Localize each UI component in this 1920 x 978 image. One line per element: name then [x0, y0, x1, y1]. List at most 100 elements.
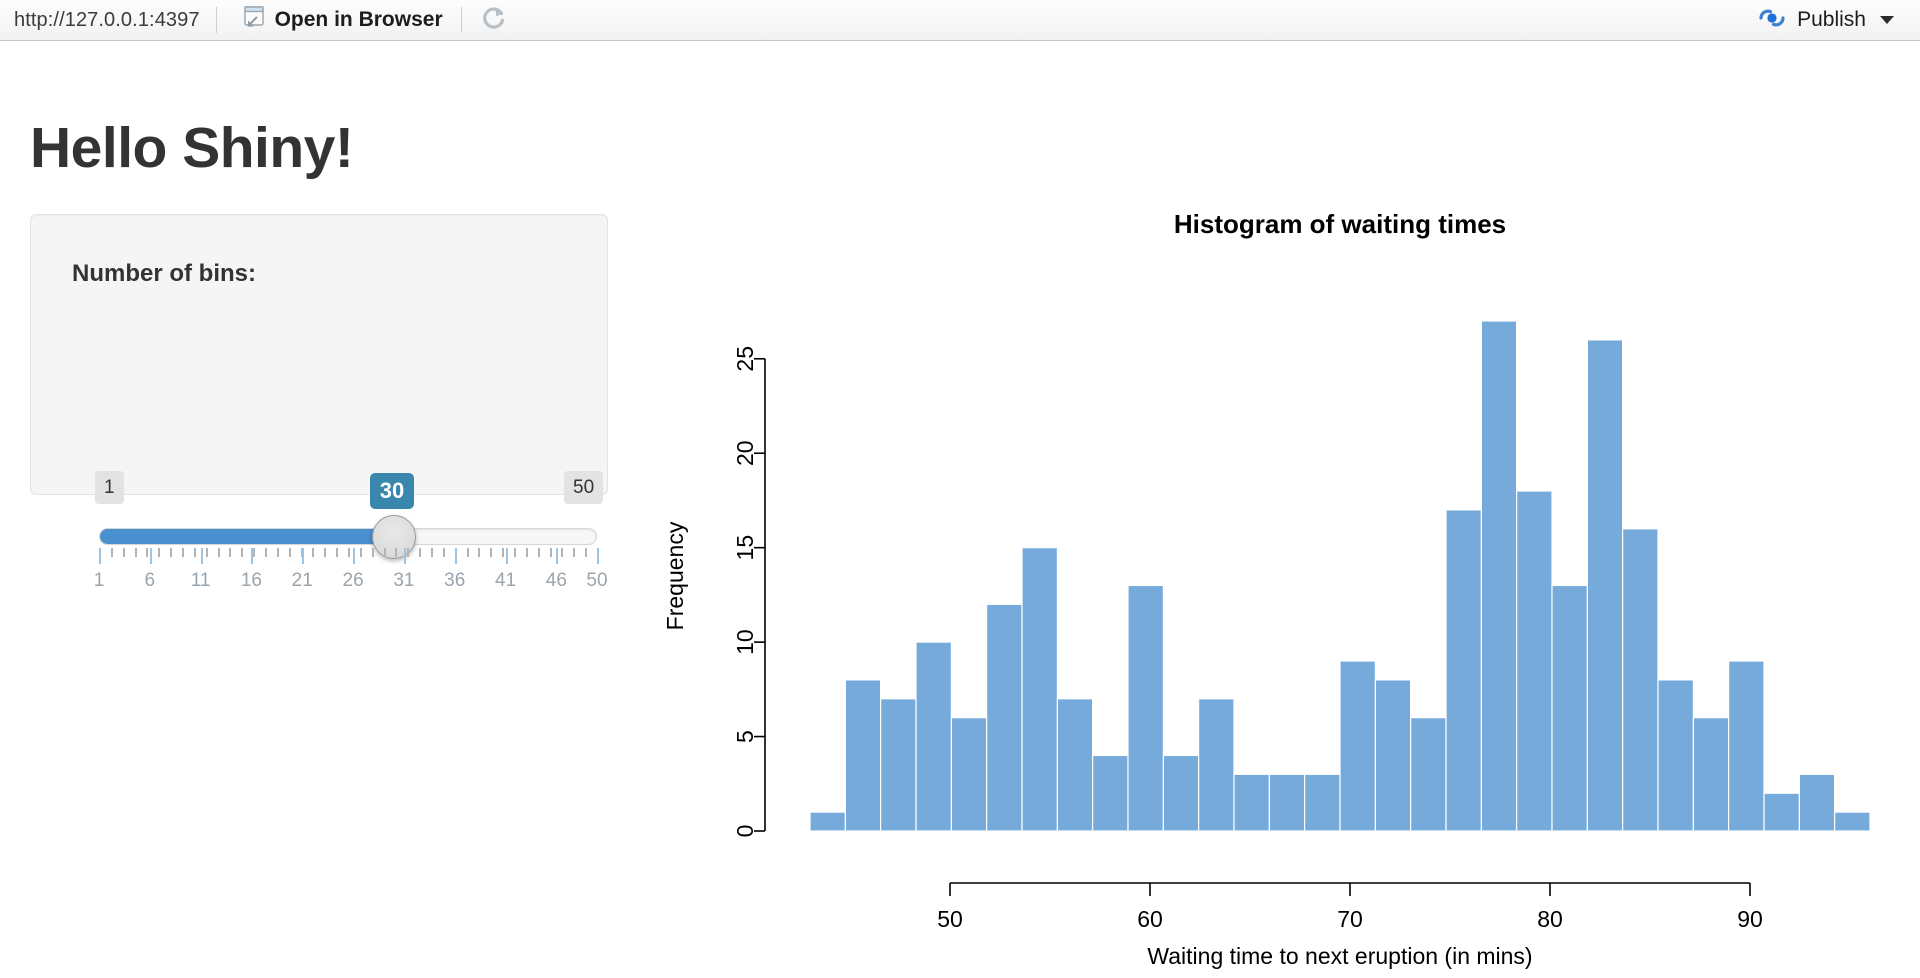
- slider-tick-label: 21: [292, 570, 313, 592]
- histogram-bar: [1481, 321, 1516, 831]
- slider-tick-major: [597, 548, 599, 564]
- slider-tick-labels: 16111621263136414650: [99, 570, 597, 596]
- slider-tick-minor: [467, 548, 469, 557]
- slider-tick-label: 16: [241, 570, 262, 592]
- slider-tick-minor: [277, 548, 279, 557]
- slider-tick-minor: [135, 548, 137, 557]
- histogram-bar: [1057, 699, 1092, 831]
- y-axis: 0510152025: [732, 346, 765, 837]
- slider-tick-label: 31: [393, 570, 414, 592]
- histogram-bar: [1552, 585, 1587, 831]
- slider-tick-major: [302, 548, 304, 564]
- slider-tick-major: [251, 548, 253, 564]
- histogram-bar: [1022, 548, 1057, 831]
- histogram-bar: [1658, 680, 1693, 831]
- chevron-down-icon[interactable]: [1880, 16, 1894, 24]
- open-in-browser-label: Open in Browser: [275, 8, 443, 32]
- slider-tick-minor: [384, 548, 386, 557]
- histogram-bar: [1729, 661, 1764, 831]
- slider-tick-label: 46: [546, 570, 567, 592]
- x-axis-tick-label: 50: [937, 906, 963, 932]
- toolbar-right-group: Publish: [1753, 0, 1920, 40]
- slider-tick-minor: [348, 548, 350, 557]
- open-in-browser-button[interactable]: Open in Browser: [217, 0, 461, 40]
- slider-tick-minor: [336, 548, 338, 557]
- slider-tick-minor: [502, 548, 504, 557]
- bins-slider-track[interactable]: [99, 528, 597, 545]
- slider-tick-label: 50: [586, 570, 607, 592]
- slider-tick-minor: [289, 548, 291, 557]
- slider-tick-minor: [550, 548, 552, 557]
- shiny-app-body: Hello Shiny! Number of bins: 1 50 30 16 1…: [0, 41, 1920, 978]
- refresh-icon: [480, 4, 508, 37]
- slider-max-badge: 50: [564, 471, 603, 504]
- slider-tick-minor: [431, 548, 433, 557]
- bins-slider-fill: [100, 529, 395, 544]
- histogram-bar: [1799, 774, 1834, 831]
- publish-label: Publish: [1797, 8, 1866, 32]
- slider-tick-minor: [538, 548, 540, 557]
- histogram-bar: [1587, 340, 1622, 831]
- slider-tick-major: [99, 548, 101, 564]
- slider-tick-minor: [194, 548, 196, 557]
- histogram-bar: [1517, 491, 1552, 831]
- slider-tick-minor: [395, 548, 397, 557]
- slider-label: Number of bins:: [72, 260, 256, 288]
- slider-tick-minor: [206, 548, 208, 557]
- chart-title: Histogram of waiting times: [1174, 209, 1506, 239]
- slider-tick-marks: [99, 548, 597, 565]
- histogram-bar: [1163, 755, 1198, 831]
- slider-tick-minor: [324, 548, 326, 557]
- slider-tick-minor: [182, 548, 184, 557]
- histogram-bar: [1623, 529, 1658, 831]
- y-axis-title: Frequency: [662, 521, 688, 630]
- slider-tick-minor: [123, 548, 125, 557]
- histogram-bar: [1128, 585, 1163, 831]
- slider-tick-major: [404, 548, 406, 564]
- histogram-bar: [1234, 774, 1269, 831]
- slider-tick-label: 6: [145, 570, 156, 592]
- x-axis-tick-label: 60: [1137, 906, 1163, 932]
- slider-tick-minor: [170, 548, 172, 557]
- x-axis-tick-label: 80: [1537, 906, 1563, 932]
- publish-icon: [1757, 5, 1787, 36]
- slider-value-badge: 30: [370, 473, 414, 509]
- slider-tick-minor: [229, 548, 231, 557]
- open-in-browser-icon: [235, 5, 265, 36]
- histogram-bar: [1375, 680, 1410, 831]
- histogram-bar: [1446, 510, 1481, 831]
- slider-tick-major: [150, 548, 152, 564]
- slider-tick-minor: [443, 548, 445, 557]
- slider-tick-minor: [490, 548, 492, 557]
- slider-tick-minor: [585, 548, 587, 557]
- slider-tick-label: 41: [495, 570, 516, 592]
- slider-tick-minor: [253, 548, 255, 557]
- slider-tick-label: 1: [94, 570, 105, 592]
- slider-tick-major: [455, 548, 457, 564]
- slider-tick-minor: [312, 548, 314, 557]
- y-axis-tick-label: 0: [732, 825, 758, 838]
- x-axis: 5060708090: [937, 883, 1763, 932]
- refresh-button[interactable]: [462, 0, 526, 40]
- histogram-bar: [1693, 718, 1728, 831]
- publish-button[interactable]: Publish: [1753, 0, 1898, 40]
- slider-tick-minor: [265, 548, 267, 557]
- slider-tick-minor: [146, 548, 148, 557]
- slider-tick-major: [201, 548, 203, 564]
- histogram-bar: [987, 604, 1022, 831]
- x-axis-tick-label: 70: [1337, 906, 1363, 932]
- x-axis-title: Waiting time to next eruption (in mins): [1147, 943, 1532, 969]
- slider-tick-label: 26: [343, 570, 364, 592]
- y-axis-tick-label: 25: [732, 346, 758, 372]
- y-axis-tick-label: 15: [732, 535, 758, 561]
- page-title: Hello Shiny!: [30, 115, 353, 181]
- slider-tick-minor: [218, 548, 220, 557]
- histogram-plot: Histogram of waiting times0510152025Freq…: [625, 171, 1885, 971]
- slider-tick-label: 11: [191, 570, 211, 592]
- histogram-svg: Histogram of waiting times0510152025Freq…: [625, 171, 1885, 971]
- histogram-bar: [916, 642, 951, 831]
- histogram-bar: [1269, 774, 1304, 831]
- slider-tick-major: [353, 548, 355, 564]
- histogram-bar: [951, 718, 986, 831]
- histogram-bar: [1093, 755, 1128, 831]
